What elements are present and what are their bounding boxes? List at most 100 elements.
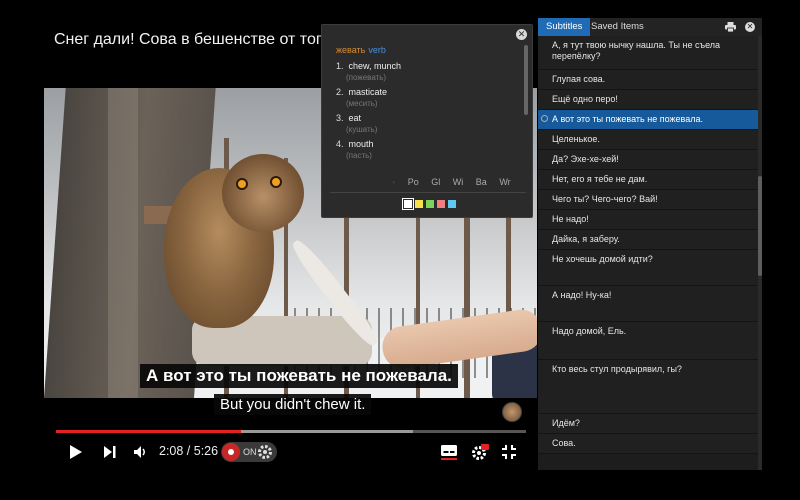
subtitle-row[interactable]: Целенькое.: [538, 130, 758, 150]
entry-number: 3.: [336, 113, 344, 123]
subtitle-row[interactable]: А, я тут твою нычку нашла. Ты не съела п…: [538, 36, 758, 70]
dictionary-popup: ✕ жевать verb 1. chew, munch (пожевать) 2.…: [321, 24, 533, 218]
subtitle-row-text: Идём?: [552, 418, 580, 428]
subtitle-row[interactable]: Кто весь стул продырявил, гы?: [538, 360, 758, 414]
subtitle-row[interactable]: Чего ты? Чего-чего? Вай!: [538, 190, 758, 210]
volume-icon: [134, 446, 145, 458]
translation-entry[interactable]: 4. mouth (пасть): [336, 139, 401, 165]
source-link-gl[interactable]: Gl: [431, 177, 440, 187]
panel-scrollbar[interactable]: [758, 36, 762, 470]
tab-saved-items[interactable]: Saved Items: [591, 18, 644, 36]
entry-text: chew, munch: [348, 61, 402, 71]
print-icon[interactable]: [725, 22, 736, 32]
volume-button[interactable]: [130, 440, 152, 464]
subtitle-translation[interactable]: But you didn't chew it.: [214, 394, 372, 415]
subtitle-row[interactable]: Сова.: [538, 434, 758, 454]
entry-text: eat: [348, 113, 362, 123]
translation-entry[interactable]: 3. eat (кушать): [336, 113, 401, 139]
entry-source-word: (кушать): [346, 125, 378, 134]
divider: [330, 192, 526, 193]
subtitle-row[interactable]: А надо! Ну-ка!: [538, 286, 758, 322]
source-icon[interactable]: ◦: [392, 177, 395, 187]
dictionary-scrollbar[interactable]: [524, 45, 528, 115]
dictionary-header: жевать verb: [336, 45, 386, 55]
subtitle-row[interactable]: Не надо!: [538, 210, 758, 230]
play-button[interactable]: [66, 440, 86, 464]
translation-entry[interactable]: 1. chew, munch (пожевать): [336, 61, 401, 87]
entry-number: 1.: [336, 61, 344, 71]
tab-subtitles[interactable]: Subtitles: [538, 18, 591, 36]
toggle-knob: [222, 443, 240, 461]
subtitle-row[interactable]: Не хочешь домой идти?: [538, 250, 758, 286]
subtitle-row-text: Кто весь стул продырявил, гы?: [552, 364, 682, 374]
source-link-ba[interactable]: Ba: [476, 177, 487, 187]
screen: Снег дали! Сова в бешенстве от того, А в…: [0, 0, 800, 500]
channel-avatar-icon[interactable]: [502, 402, 522, 422]
subtitle-row-text: А вот это ты пожевать не пожевала.: [552, 114, 703, 124]
entry-number: 2.: [336, 87, 344, 97]
owl-eye: [270, 176, 282, 188]
exit-fullscreen-icon: [502, 445, 516, 459]
subtitle-row-active[interactable]: А вот это ты пожевать не пожевала.: [538, 110, 758, 130]
active-line-indicator-icon: [541, 115, 548, 122]
entry-source-word: (пасть): [346, 151, 372, 160]
subtitle-row-text: Целенькое.: [552, 134, 600, 144]
part-of-speech: verb: [368, 45, 386, 55]
source-link-wi[interactable]: Wi: [453, 177, 464, 187]
highlight-swatch[interactable]: [402, 198, 414, 210]
owl-head: [222, 154, 304, 232]
subtitle-row[interactable]: Ещё одно перо!: [538, 90, 758, 110]
subtitle-row-text: Надо домой, Ель.: [552, 326, 627, 336]
highlight-swatch[interactable]: [415, 200, 423, 208]
translation-entry[interactable]: 2. masticate (месить): [336, 87, 401, 113]
dictionary-sources: ◦ Po Gl Wi Ba Wr: [392, 177, 521, 187]
subtitle-row-text: Не надо!: [552, 214, 589, 224]
owl-eye: [236, 178, 248, 190]
subtitle-row-text: Ещё одно перо!: [552, 94, 618, 104]
next-icon: [104, 446, 116, 458]
subtitles-panel: Subtitles Saved Items ✕ А, я тут твою ны…: [538, 18, 762, 470]
dictionary-word[interactable]: жевать: [336, 45, 365, 55]
subtitle-row[interactable]: Глупая сова.: [538, 70, 758, 90]
entry-source-word: (месить): [346, 99, 378, 108]
close-icon[interactable]: ✕: [516, 29, 527, 40]
subtitle-row[interactable]: Надо домой, Ель.: [538, 322, 758, 360]
source-link-wr[interactable]: Wr: [499, 177, 510, 187]
hd-settings-button[interactable]: [468, 440, 492, 464]
language-icon: [228, 449, 234, 455]
time-display: 2:08 / 5:26: [159, 444, 219, 458]
source-link-po[interactable]: Po: [408, 177, 419, 187]
subtitle-row[interactable]: Да? Эхе-хе-хей!: [538, 150, 758, 170]
wall-edge: [108, 88, 138, 398]
subtitle-row[interactable]: Идём?: [538, 414, 758, 434]
subtitle-row-text: Дайка, я заберу.: [552, 234, 620, 244]
next-button[interactable]: [100, 440, 120, 464]
close-panel-icon[interactable]: ✕: [745, 22, 755, 32]
exit-fullscreen-button[interactable]: [498, 440, 520, 464]
settings-button[interactable]: [255, 440, 275, 464]
subtitle-row-text: Глупая сова.: [552, 74, 606, 84]
progress-bar[interactable]: [56, 430, 526, 433]
subtitle-row[interactable]: Дайка, я заберу.: [538, 230, 758, 250]
subtitles-icon: [441, 445, 457, 460]
scroll-thumb[interactable]: [758, 176, 762, 276]
highlight-swatch[interactable]: [437, 200, 445, 208]
entry-number: 4.: [336, 139, 344, 149]
subtitle-row-text: Нет, его я тебе не дам.: [552, 174, 648, 184]
entry-source-word: (пожевать): [346, 73, 387, 82]
highlight-swatch[interactable]: [426, 200, 434, 208]
subtitles-button[interactable]: [438, 440, 460, 464]
highlight-swatch[interactable]: [448, 200, 456, 208]
play-icon: [70, 445, 82, 459]
progress-played: [56, 430, 241, 433]
subtitle-row-text: Да? Эхе-хе-хей!: [552, 154, 619, 164]
highlight-color-picker: [402, 198, 456, 210]
subtitle-row-text: Сова.: [552, 438, 576, 448]
subtitle-row-text: А надо! Ну-ка!: [552, 290, 612, 300]
subtitle-row[interactable]: Нет, его я тебе не дам.: [538, 170, 758, 190]
entry-text: masticate: [348, 87, 388, 97]
video-title: Снег дали! Сова в бешенстве от того,: [54, 31, 335, 48]
entry-text: mouth: [348, 139, 374, 149]
player-controls: 2:08 / 5:26 ON: [56, 440, 526, 464]
subtitle-primary[interactable]: А вот это ты пожевать не пожевала.: [140, 364, 458, 388]
